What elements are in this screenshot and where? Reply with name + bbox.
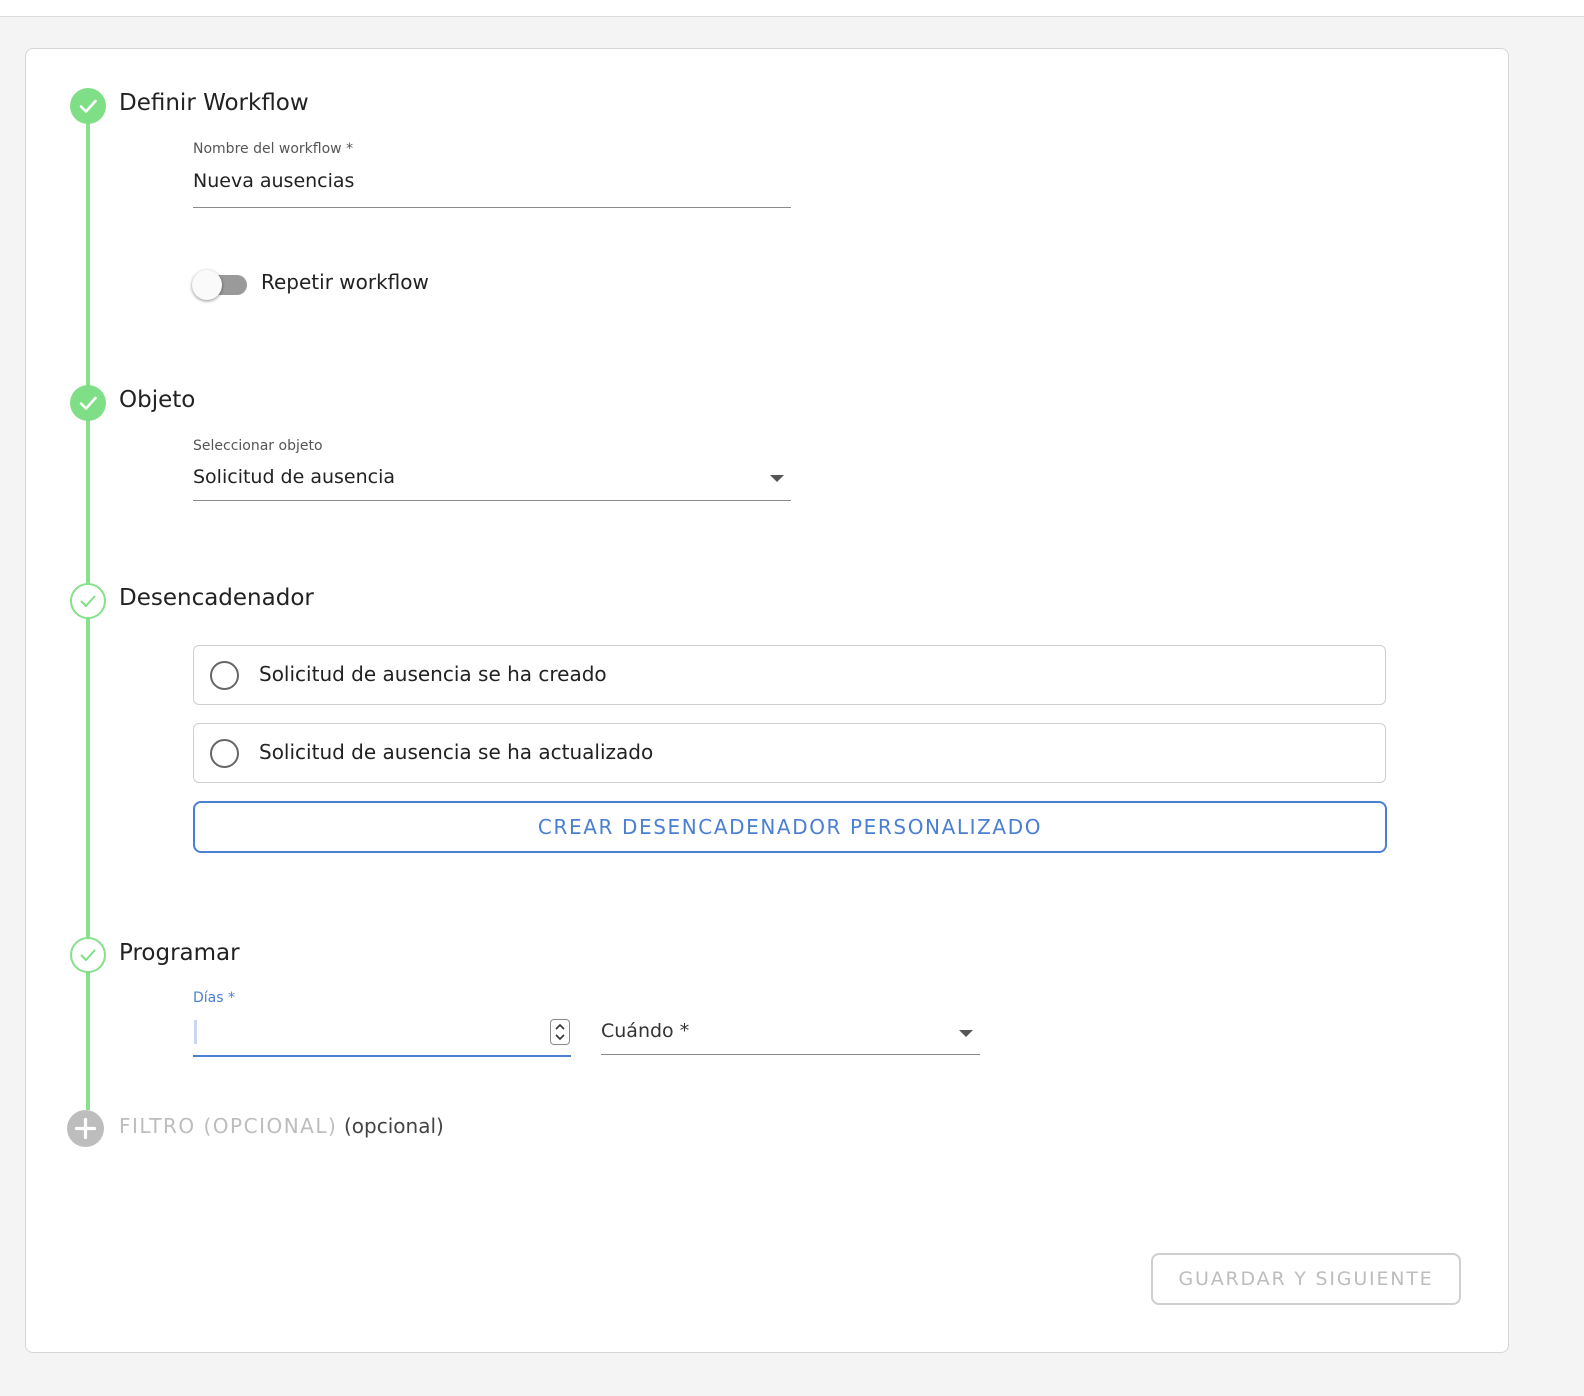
stepper-line (86, 972, 90, 1110)
step-title-schedule[interactable]: Programar (119, 940, 240, 966)
repeat-workflow-toggle-knob[interactable] (192, 270, 222, 300)
save-and-next-button[interactable]: GUARDAR Y SIGUIENTE (1151, 1253, 1461, 1305)
step-complete-check-icon (70, 385, 106, 421)
step-title-trigger[interactable]: Desencadenador (119, 585, 314, 611)
trigger-option-label: Solicitud de ausencia se ha creado (259, 662, 607, 686)
text-cursor (194, 1020, 197, 1044)
trigger-option-created[interactable]: Solicitud de ausencia se ha creado (193, 645, 1386, 705)
top-bar (0, 0, 1584, 17)
stepper-line (86, 420, 90, 584)
stepper-line (86, 618, 90, 938)
when-select-underline (601, 1054, 980, 1055)
filter-optional-label: (opcional) (344, 1114, 444, 1138)
days-input-underline (193, 1055, 571, 1057)
plus-icon[interactable] (67, 1110, 104, 1147)
workflow-name-label: Nombre del workflow * (193, 141, 354, 157)
when-select[interactable]: Cuándo * (601, 1020, 689, 1042)
step-check-icon (70, 583, 106, 619)
repeat-workflow-label: Repetir workflow (261, 270, 429, 294)
step-title-define-workflow[interactable]: Definir Workflow (119, 90, 309, 116)
step-check-icon (70, 937, 106, 973)
trigger-option-updated[interactable]: Solicitud de ausencia se ha actualizado (193, 723, 1386, 783)
chevron-down-icon[interactable] (959, 1030, 973, 1037)
radio-button[interactable] (210, 739, 239, 768)
days-input[interactable] (193, 1020, 543, 1046)
object-select-underline (193, 500, 791, 501)
object-select[interactable]: Solicitud de ausencia (193, 466, 395, 488)
create-custom-trigger-button[interactable]: CREAR DESENCADENADOR PERSONALIZADO (193, 801, 1387, 853)
step-title-filter[interactable]: FILTRO (OPCIONAL) (119, 1114, 337, 1138)
step-title-object[interactable]: Objeto (119, 387, 195, 413)
days-label: Días * (193, 990, 235, 1006)
workflow-name-input[interactable]: Nueva ausencias (193, 170, 354, 192)
trigger-option-label: Solicitud de ausencia se ha actualizado (259, 740, 654, 764)
object-select-label: Seleccionar objeto (193, 438, 323, 454)
workflow-name-underline (193, 207, 791, 208)
step-complete-check-icon (70, 88, 106, 124)
radio-button[interactable] (210, 661, 239, 690)
number-stepper-icon[interactable] (550, 1019, 570, 1045)
chevron-down-icon[interactable] (770, 475, 784, 482)
stepper-line (86, 122, 90, 386)
